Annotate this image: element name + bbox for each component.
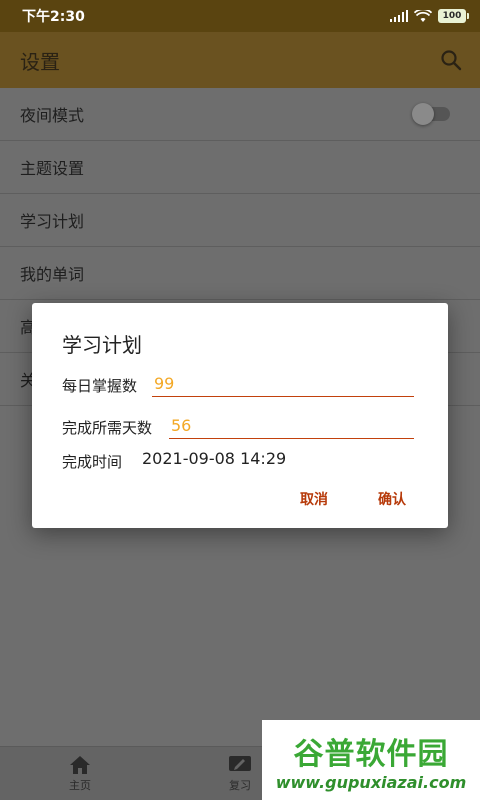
days-required-label: 完成所需天数 <box>62 419 153 437</box>
daily-mastery-label: 每日掌握数 <box>62 377 138 395</box>
watermark: 谷普软件园 www.gupuxiazai.com <box>262 720 480 800</box>
night-mode-toggle[interactable] <box>412 103 450 125</box>
settings-item-my-words[interactable]: 我的单词 <box>0 247 480 300</box>
wifi-icon <box>414 9 432 22</box>
study-plan-dialog: 学习计划 每日掌握数 完成所需天数 完成时间 2021-09-08 14:29 … <box>32 303 448 528</box>
signal-icon <box>390 10 408 22</box>
settings-item-label: 我的单词 <box>20 265 85 284</box>
search-icon[interactable] <box>440 49 462 71</box>
nav-item-label: 复习 <box>229 778 251 792</box>
settings-item-label: 学习计划 <box>20 212 85 231</box>
dialog-title: 学习计划 <box>62 333 142 357</box>
settings-item-label: 夜间模式 <box>20 106 85 125</box>
home-icon <box>70 755 90 774</box>
finish-time-value: 2021-09-08 14:29 <box>142 449 287 468</box>
settings-item-study-plan[interactable]: 学习计划 <box>0 194 480 247</box>
confirm-button[interactable]: 确认 <box>378 489 406 509</box>
nav-item-label: 主页 <box>69 778 91 792</box>
daily-mastery-input[interactable] <box>152 371 414 397</box>
settings-item-theme[interactable]: 主题设置 <box>0 141 480 194</box>
nav-item-home[interactable]: 主页 <box>0 747 160 800</box>
settings-item-night-mode[interactable]: 夜间模式 <box>0 88 480 141</box>
status-bar: 下午2:30 100 <box>0 0 480 32</box>
battery-icon: 100 <box>438 9 469 23</box>
status-time: 下午2:30 <box>22 9 85 25</box>
days-required-input[interactable] <box>169 413 414 439</box>
page-title: 设置 <box>20 49 60 74</box>
app-bar: 设置 <box>0 32 480 88</box>
battery-level: 100 <box>442 11 462 21</box>
finish-time-label: 完成时间 <box>62 453 123 471</box>
cancel-button[interactable]: 取消 <box>300 489 328 509</box>
edit-icon <box>229 755 251 771</box>
watermark-name: 谷普软件园 <box>293 736 449 772</box>
watermark-url: www.gupuxiazai.com <box>275 772 467 792</box>
status-icons: 100 <box>390 9 469 23</box>
settings-item-label: 主题设置 <box>20 159 85 178</box>
